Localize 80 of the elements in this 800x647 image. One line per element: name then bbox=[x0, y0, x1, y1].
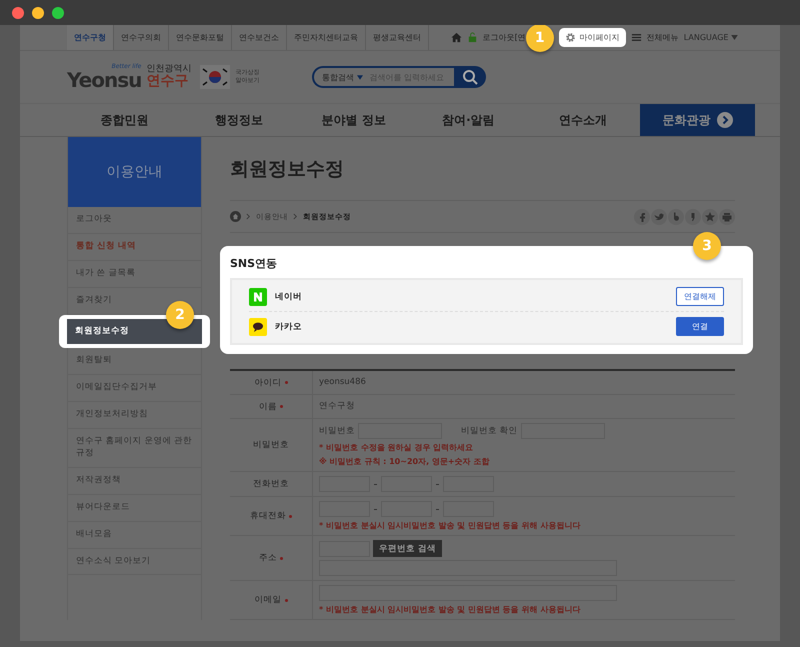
settings-icon bbox=[564, 32, 576, 43]
chevron-icon bbox=[293, 213, 298, 220]
sidebar-item[interactable]: 연수소식 모아보기 bbox=[68, 548, 201, 576]
site-link[interactable]: 연수구의회 bbox=[114, 25, 169, 50]
site-link[interactable]: 연수구청 bbox=[67, 25, 114, 50]
callout-badge: 2 bbox=[166, 300, 194, 329]
home-icon[interactable] bbox=[450, 32, 462, 43]
sidebar-item[interactable]: 연수구 홈페이지 운영에 관한 규정 bbox=[68, 429, 201, 468]
field-value: 연수구청 bbox=[319, 400, 356, 413]
field-label: 이메일 bbox=[230, 581, 313, 619]
menu-icon[interactable] bbox=[630, 32, 642, 43]
field-label: 주소 bbox=[230, 536, 313, 580]
caret-icon bbox=[731, 35, 738, 40]
logo-wordmark: Yeonsu bbox=[67, 70, 142, 90]
connect-button[interactable]: 연결해제 bbox=[676, 287, 724, 306]
site-link[interactable]: 연수문화포털 bbox=[169, 25, 232, 50]
field-value: yeonsu486 bbox=[319, 376, 367, 389]
caret-icon bbox=[356, 74, 363, 80]
logout-link[interactable]: 로그아웃[연 bbox=[482, 32, 526, 43]
field-label: 이름 bbox=[230, 395, 313, 418]
nav-tab[interactable]: 연수소개 bbox=[526, 104, 640, 136]
field-label: 비밀번호 확인 bbox=[461, 425, 518, 437]
callout-badge: 3 bbox=[693, 232, 721, 260]
field-label: 휴대전화 bbox=[230, 497, 313, 535]
field-note: * 비밀번호 분실시 임시비밀번호 발송 및 민원답변 등을 위해 사용됩니다 bbox=[319, 604, 582, 615]
sidebar-item[interactable]: 내가 쓴 글목록 bbox=[68, 260, 201, 288]
sidebar-item[interactable]: 배너모음 bbox=[68, 522, 201, 549]
maximize-button[interactable] bbox=[52, 6, 64, 18]
sidebar-item[interactable]: 개인정보처리방침 bbox=[68, 402, 201, 430]
field-note: * 비밀번호 수정을 원하실 경우 입력하세요 bbox=[319, 442, 474, 453]
bird-icon[interactable] bbox=[651, 208, 667, 224]
sidebar-item[interactable]: 이메일집단수집거부 bbox=[68, 375, 201, 402]
minimize-button[interactable] bbox=[32, 6, 44, 18]
nav-tab[interactable]: 문화관광 bbox=[640, 104, 756, 136]
city-name: 인천광역시 bbox=[146, 64, 192, 74]
scope-dropdown[interactable]: 통합검색 bbox=[322, 72, 363, 82]
sidebar-item[interactable]: 회원정보수정 bbox=[67, 318, 202, 344]
flag-icon[interactable] bbox=[200, 65, 230, 89]
mypage-button[interactable]: 마이페이지 bbox=[558, 28, 626, 47]
sidebar-item[interactable]: 회원탈퇴 bbox=[68, 348, 201, 376]
chevron-icon bbox=[246, 213, 251, 220]
close-button[interactable] bbox=[12, 6, 24, 18]
site-link[interactable]: 주민자치센터교육 bbox=[287, 25, 366, 50]
search-icon bbox=[462, 69, 478, 85]
field-label: 비밀번호 bbox=[230, 419, 313, 471]
nav-tab[interactable]: 참여·알림 bbox=[411, 104, 526, 136]
search-button[interactable] bbox=[454, 66, 486, 88]
site-link[interactable]: 연수보건소 bbox=[232, 25, 287, 50]
field-note: ※ 비밀번호 규칙 : 10~20자, 영문+숫자 조합 bbox=[319, 456, 490, 467]
callout-badge: 1 bbox=[526, 25, 554, 52]
sidebar-item[interactable]: 통합 신청 내역 bbox=[68, 234, 201, 261]
page-title: 회원정보수정 bbox=[230, 137, 735, 201]
postcode-search-button[interactable]: 우편번호 검색 bbox=[373, 540, 442, 557]
lock-icon bbox=[466, 32, 478, 43]
speech-bubble-icon bbox=[249, 318, 267, 336]
story-icon[interactable] bbox=[685, 208, 701, 224]
sidebar-header: 이용안내 bbox=[68, 137, 201, 207]
field-label: 전화번호 bbox=[230, 472, 313, 496]
sidebar-item[interactable]: 저작권정책 bbox=[68, 468, 201, 495]
home-icon[interactable] bbox=[230, 211, 241, 222]
n-logo-icon bbox=[249, 288, 267, 306]
facebook-icon[interactable] bbox=[634, 208, 650, 224]
nav-tab[interactable]: 행정정보 bbox=[182, 104, 296, 136]
nav-tab[interactable]: 분야별 정보 bbox=[296, 104, 412, 136]
account-name: 카카오 bbox=[275, 320, 302, 332]
field-label: 아이디 bbox=[230, 371, 313, 394]
account-name: 네이버 bbox=[275, 290, 302, 302]
nav-tab[interactable]: 종합민원 bbox=[67, 104, 182, 136]
field-note: * 비밀번호 분실시 임시비밀번호 발송 및 민원답변 등을 위해 사용됩니다 bbox=[319, 520, 582, 531]
field-label: 비밀번호 bbox=[319, 425, 355, 437]
site-link[interactable]: 평생교육센터 bbox=[366, 25, 429, 50]
language-dropdown[interactable]: LANGUAGE bbox=[684, 33, 738, 42]
connect-button[interactable]: 연결 bbox=[676, 317, 724, 336]
section-title: SNS연동 bbox=[230, 256, 278, 271]
blog-icon[interactable] bbox=[668, 208, 684, 224]
district-name: 연수구 bbox=[146, 74, 190, 90]
printer-icon[interactable] bbox=[719, 208, 735, 224]
all-menu-link[interactable]: 전체메뉴 bbox=[646, 32, 679, 43]
sidebar-item[interactable]: 로그아웃 bbox=[68, 207, 201, 234]
sidebar-item[interactable]: 뷰어다운로드 bbox=[68, 494, 201, 522]
